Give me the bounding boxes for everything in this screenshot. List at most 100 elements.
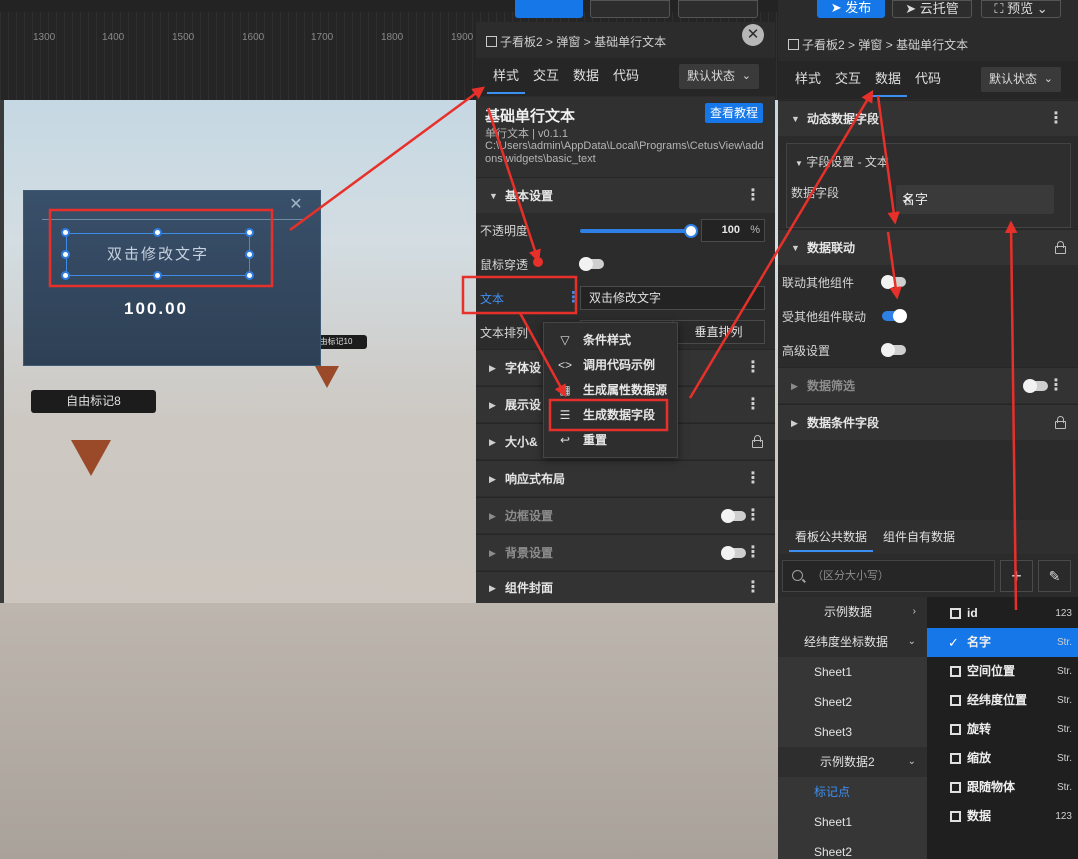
section-data-filter[interactable]: ▶ 数据筛选 ⋮ <box>778 367 1078 403</box>
advanced-toggle[interactable] <box>881 343 906 357</box>
popup-window[interactable]: ✕ 双击修改文字 100.00 <box>23 190 321 366</box>
section-data-condition[interactable]: ▶ 数据条件字段 <box>778 404 1078 440</box>
tab-interaction[interactable]: 交互 <box>533 58 559 96</box>
tree-item[interactable]: Sheet3 <box>778 717 927 747</box>
publish-button[interactable]: ➤ 发布 <box>817 0 885 18</box>
more-icon[interactable]: ⋮ <box>745 387 761 423</box>
tree-item[interactable]: 示例数据 › <box>778 597 927 627</box>
field-row[interactable]: 旋转 Str. <box>927 715 1078 744</box>
tree-item[interactable]: 示例数据2 ⌄ <box>778 747 927 777</box>
checkbox[interactable] <box>950 753 961 764</box>
background-toggle[interactable] <box>721 546 746 560</box>
resize-handle[interactable] <box>153 228 162 237</box>
checkbox[interactable] <box>950 608 961 619</box>
close-icon[interactable]: ✕ <box>742 24 764 46</box>
more-icon[interactable]: ⋮ <box>1048 101 1064 137</box>
toolbar-button[interactable] <box>678 0 758 18</box>
checkbox[interactable] <box>950 782 961 793</box>
resize-handle[interactable] <box>153 271 162 280</box>
opacity-input[interactable]: 100 % <box>701 219 765 242</box>
preview-button[interactable]: ⛶ 预览 ⌄ <box>981 0 1061 18</box>
field-row[interactable]: 数据 123 <box>927 802 1078 831</box>
tab-public-data[interactable]: 看板公共数据 <box>788 520 874 554</box>
field-row[interactable]: 空间位置 Str. <box>927 657 1078 686</box>
view-tutorial-button[interactable]: 查看教程 <box>705 103 763 123</box>
more-icon[interactable]: ⋮ <box>745 350 761 386</box>
tab-data[interactable]: 数据 <box>573 58 599 96</box>
resize-handle[interactable] <box>245 250 254 259</box>
resize-handle[interactable] <box>61 250 70 259</box>
section-widget-cover[interactable]: ▶ 组件封面 ⋮ <box>476 571 775 603</box>
more-icon[interactable]: ⋮ <box>745 178 761 214</box>
tab-interaction[interactable]: 交互 <box>835 61 861 99</box>
add-icon[interactable]: + <box>1000 560 1033 592</box>
section-background-settings[interactable]: ▶ 背景设置 ⋮ <box>476 534 775 570</box>
state-select[interactable]: 默认状态 ⌄ <box>981 67 1061 92</box>
more-icon[interactable]: ⋮ <box>566 288 581 306</box>
more-icon[interactable]: ⋮ <box>745 498 761 534</box>
resize-handle[interactable] <box>245 228 254 237</box>
menu-item-gen-data-field[interactable]: ☰ 生成数据字段 <box>544 403 677 428</box>
marker-pyramid-icon[interactable] <box>315 366 339 388</box>
cloud-hosting-button[interactable]: ➤ 云托管 <box>892 0 972 18</box>
checkbox[interactable] <box>950 724 961 735</box>
breadcrumb-item[interactable]: 子看板2 <box>500 35 543 49</box>
tree-item[interactable]: Sheet1 <box>778 807 927 837</box>
more-icon[interactable]: ⋮ <box>745 572 761 604</box>
toolbar-button[interactable] <box>515 0 583 18</box>
menu-item-conditional-style[interactable]: ▽ 条件样式 <box>544 328 677 353</box>
menu-item-gen-attr-datasource[interactable]: ▦ 生成属性数据源 <box>544 378 677 403</box>
resize-handle[interactable] <box>245 271 254 280</box>
tree-item[interactable]: 经纬度坐标数据 ⌄ <box>778 627 927 657</box>
marker-label[interactable]: 自由标记8 <box>31 390 156 413</box>
menu-item-reset[interactable]: ↩ 重置 <box>544 428 677 453</box>
breadcrumb-item[interactable]: 基础单行文本 <box>594 35 666 49</box>
data-field-select[interactable]: 名字 ✕ <box>896 185 1054 214</box>
tree-item[interactable]: Sheet1 <box>778 657 927 687</box>
marker-pyramid-icon[interactable] <box>71 440 111 476</box>
section-border-settings[interactable]: ▶ 边框设置 ⋮ <box>476 497 775 533</box>
vertical-arrange-button[interactable]: 垂直排列 <box>672 320 765 344</box>
tree-item[interactable]: Sheet2 <box>778 837 927 859</box>
text-content-input[interactable]: 双击修改文字 <box>580 286 765 310</box>
edit-icon[interactable]: ✎ <box>1038 560 1071 592</box>
checkbox[interactable] <box>950 811 961 822</box>
menu-item-code-example[interactable]: <> 调用代码示例 <box>544 353 677 378</box>
breadcrumb-item[interactable]: 基础单行文本 <box>896 38 968 52</box>
link-other-toggle[interactable] <box>881 275 906 289</box>
checkbox[interactable] <box>950 666 961 677</box>
tab-code[interactable]: 代码 <box>613 58 639 96</box>
popup-close-icon[interactable]: ✕ <box>288 197 304 213</box>
tab-code[interactable]: 代码 <box>915 61 941 99</box>
checkbox[interactable] <box>950 695 961 706</box>
check-icon[interactable]: ✓ <box>948 628 959 657</box>
field-row[interactable]: 经纬度位置 Str. <box>927 686 1078 715</box>
state-select[interactable]: 默认状态 ⌄ <box>679 64 759 89</box>
breadcrumb-item[interactable]: 弹窗 <box>556 35 580 49</box>
section-basic-settings[interactable]: ▼ 基本设置 ⋮ <box>476 177 775 213</box>
more-icon[interactable]: ⋮ <box>745 461 761 497</box>
breadcrumb-item[interactable]: 弹窗 <box>858 38 882 52</box>
lock-icon[interactable] <box>1055 416 1066 429</box>
opacity-slider-thumb[interactable] <box>684 224 698 238</box>
toolbar-button[interactable] <box>590 0 670 18</box>
more-icon[interactable]: ⋮ <box>1048 368 1064 404</box>
tab-own-data[interactable]: 组件自有数据 <box>883 520 955 554</box>
close-icon[interactable]: ✕ <box>902 185 1046 214</box>
section-responsive-layout[interactable]: ▶ 响应式布局 ⋮ <box>476 460 775 496</box>
tree-item[interactable]: 标记点 <box>778 777 927 807</box>
border-toggle[interactable] <box>721 509 746 523</box>
opacity-slider-track[interactable] <box>580 229 690 233</box>
field-row[interactable]: 跟随物体 Str. <box>927 773 1078 802</box>
field-row[interactable]: id 123 <box>927 599 1078 628</box>
field-row[interactable]: ✓ 名字 Str. <box>927 628 1078 657</box>
linked-by-other-toggle[interactable] <box>882 309 907 323</box>
tab-data[interactable]: 数据 <box>868 61 908 99</box>
resize-handle[interactable] <box>61 271 70 280</box>
value-text[interactable]: 100.00 <box>24 299 288 319</box>
section-dynamic-fields[interactable]: ▼ 动态数据字段 ⋮ <box>778 100 1078 136</box>
breadcrumb-item[interactable]: 子看板2 <box>802 38 845 52</box>
tab-style[interactable]: 样式 <box>795 61 821 99</box>
lock-icon[interactable] <box>752 435 763 448</box>
resize-handle[interactable] <box>61 228 70 237</box>
